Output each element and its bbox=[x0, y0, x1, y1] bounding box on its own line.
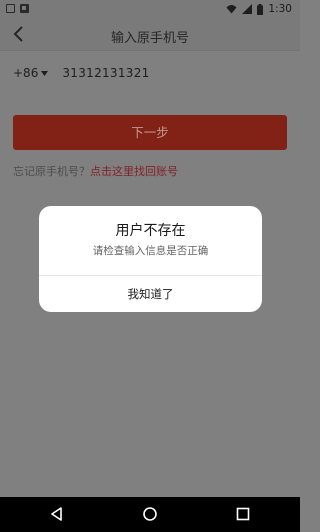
sim-icon bbox=[20, 4, 29, 13]
next-button[interactable]: 下一步 bbox=[13, 115, 287, 150]
status-right: 1:30 bbox=[226, 3, 292, 15]
nav-bar bbox=[0, 497, 300, 532]
header-divider bbox=[0, 50, 300, 51]
signal-icon bbox=[242, 4, 253, 14]
recents-square-icon[interactable] bbox=[234, 505, 252, 523]
forgot-row: 忘记原手机号？点击这里找回账号 bbox=[13, 163, 178, 179]
back-triangle-icon[interactable] bbox=[48, 505, 66, 523]
status-bar: 1:30 bbox=[0, 0, 300, 18]
page-title: 输入原手机号 bbox=[110, 31, 189, 46]
notification-box-icon bbox=[6, 4, 15, 13]
phone-input-row[interactable]: +86 31312131321 bbox=[13, 66, 150, 80]
alert-dialog: 用户不存在 请检查输入信息是否正确 我知道了 bbox=[39, 206, 262, 312]
caret-down-icon[interactable] bbox=[41, 70, 49, 76]
header: 输入原手机号 bbox=[0, 18, 300, 50]
forgot-text: 忘记原手机号？ bbox=[13, 165, 90, 178]
home-circle-icon[interactable] bbox=[141, 505, 159, 523]
country-code-select[interactable]: +86 bbox=[13, 66, 38, 80]
status-left bbox=[6, 4, 29, 13]
phone-input[interactable]: 31312131321 bbox=[62, 66, 149, 80]
dialog-confirm-button[interactable]: 我知道了 bbox=[39, 276, 262, 312]
wifi-icon bbox=[226, 5, 237, 14]
battery-icon bbox=[257, 3, 264, 15]
dialog-title: 用户不存在 bbox=[115, 223, 186, 239]
status-time: 1:30 bbox=[268, 3, 292, 15]
dialog-message: 请检查输入信息是否正确 bbox=[92, 245, 209, 257]
recover-account-link[interactable]: 点击这里找回账号 bbox=[90, 165, 178, 178]
